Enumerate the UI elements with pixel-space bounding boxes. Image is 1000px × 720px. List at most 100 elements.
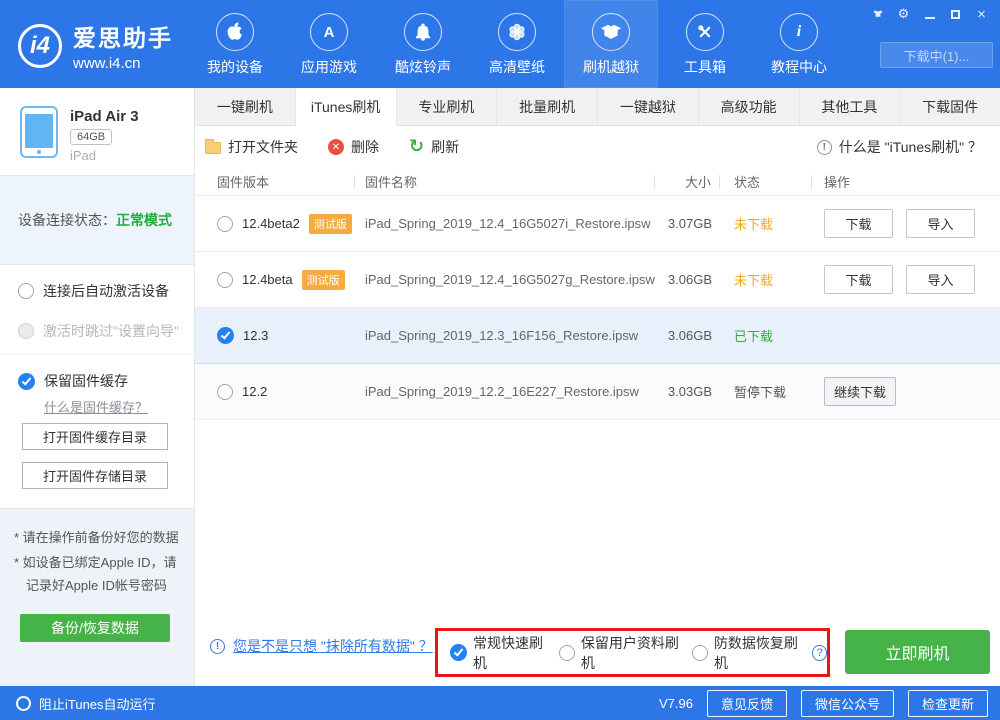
- tab-label: 批量刷机: [519, 97, 575, 117]
- mode-normal-fast-flash[interactable]: 常规快速刷机: [450, 633, 546, 673]
- tab-one-click-flash[interactable]: 一键刷机: [195, 88, 296, 125]
- radio-unchecked-icon: [16, 696, 31, 711]
- prevent-itunes-option[interactable]: 阻止iTunes自动运行: [16, 694, 156, 713]
- import-button[interactable]: 导入: [906, 265, 975, 294]
- nav-toolbox[interactable]: 工具箱: [658, 0, 752, 88]
- tab-label: 一键越狱: [620, 97, 676, 117]
- question-help-icon[interactable]: ?: [812, 645, 827, 661]
- row-radio-checked[interactable]: [217, 327, 234, 344]
- ipad-icon: [20, 106, 58, 158]
- continue-download-button[interactable]: 继续下载: [824, 377, 896, 406]
- app-title: 爱思助手: [73, 19, 173, 53]
- option-auto-activate[interactable]: 连接后自动激活设备: [18, 281, 169, 301]
- firmware-filename: iPad_Spring_2019_12.3_16F156_Restore.ips…: [365, 328, 638, 343]
- radio-unchecked-icon: [18, 283, 34, 299]
- radio-disabled-icon: [18, 323, 34, 339]
- settings-gear-icon[interactable]: ⚙: [895, 6, 912, 23]
- backup-restore-button[interactable]: 备份/恢复数据: [20, 614, 170, 642]
- check-update-button[interactable]: 检查更新: [908, 690, 988, 717]
- table-header: 固件版本 固件名称 大小 状态 操作: [195, 168, 1000, 196]
- device-type: iPad: [70, 148, 96, 163]
- firmware-size: 3.06GB: [668, 328, 712, 343]
- row-radio[interactable]: [217, 384, 233, 400]
- mode-anti-data-recovery-flash[interactable]: 防数据恢复刷机: [692, 633, 800, 673]
- refresh-action[interactable]: ↻ 刷新: [409, 137, 459, 157]
- bell-icon: [404, 13, 442, 51]
- tab-batch-flash[interactable]: 批量刷机: [497, 88, 598, 125]
- option-label: 激活时跳过"设置向导": [43, 321, 179, 341]
- nav-label: 教程中心: [771, 57, 827, 77]
- firmware-cache-help-link[interactable]: 什么是固件缓存？: [44, 397, 148, 416]
- app-url: www.i4.cn: [73, 55, 173, 72]
- tab-advanced[interactable]: 高级功能: [699, 88, 800, 125]
- device-capacity-badge: 64GB: [70, 129, 112, 145]
- table-row-selected[interactable]: 12.3 iPad_Spring_2019_12.3_16F156_Restor…: [195, 308, 1000, 364]
- app-logo: i4 爱思助手 www.i4.cn: [18, 19, 173, 72]
- row-radio[interactable]: [217, 216, 233, 232]
- firmware-version: 12.4beta: [242, 272, 293, 287]
- nav-tutorials[interactable]: i 教程中心: [752, 0, 846, 88]
- firmware-filename: iPad_Spring_2019_12.4_16G5027i_Restore.i…: [365, 216, 651, 231]
- wechat-account-button[interactable]: 微信公众号: [801, 690, 894, 717]
- mode-keep-user-data-flash[interactable]: 保留用户资料刷机: [559, 633, 679, 673]
- refresh-icon: ↻: [409, 139, 424, 155]
- nav-label: 我的设备: [207, 57, 263, 77]
- skin-icon[interactable]: [869, 6, 886, 23]
- nav-apps-games[interactable]: A 应用游戏: [282, 0, 376, 88]
- tab-other-tools[interactable]: 其他工具: [800, 88, 901, 125]
- tab-bar: 一键刷机 iTunes刷机 专业刷机 批量刷机 一键越狱 高级功能 其他工具 下…: [195, 88, 1000, 126]
- open-folder-action[interactable]: 打开文件夹: [205, 137, 298, 157]
- prevent-itunes-label: 阻止iTunes自动运行: [39, 694, 156, 713]
- import-button[interactable]: 导入: [906, 209, 975, 238]
- column-header-actions: 操作: [812, 175, 1000, 189]
- flash-mode-group-highlighted: 常规快速刷机 保留用户资料刷机 防数据恢复刷机 ?: [435, 628, 830, 677]
- tab-label: iTunes刷机: [311, 97, 381, 117]
- nav-flash-jailbreak[interactable]: 刷机越狱: [564, 0, 658, 88]
- close-icon[interactable]: ×: [973, 6, 990, 23]
- toolbar: 打开文件夹 ✕ 删除 ↻ 刷新 ! 什么是 "iTunes刷机" ？: [195, 126, 1000, 168]
- delete-action[interactable]: ✕ 删除: [328, 137, 379, 157]
- option-label: 连接后自动激活设备: [43, 281, 169, 301]
- itunes-flash-help-link[interactable]: ! 什么是 "iTunes刷机" ？: [817, 126, 982, 168]
- column-header-version: 固件版本: [195, 175, 355, 189]
- option-skip-setup[interactable]: 激活时跳过"设置向导": [18, 321, 179, 341]
- radio-unchecked-icon: [692, 645, 708, 661]
- tools-icon: [686, 13, 724, 51]
- erase-link-label: 您是不是只想 "抹除所有数据" ？: [233, 636, 433, 656]
- tab-label: 一键刷机: [217, 97, 273, 117]
- action-label: 刷新: [431, 137, 459, 157]
- minimize-icon[interactable]: [921, 6, 938, 23]
- tab-pro-flash[interactable]: 专业刷机: [397, 88, 498, 125]
- flash-now-button[interactable]: 立即刷机: [845, 630, 990, 674]
- nav-ringtones[interactable]: 酷炫铃声: [376, 0, 470, 88]
- erase-all-data-link[interactable]: ! 您是不是只想 "抹除所有数据" ？: [210, 636, 433, 656]
- tab-label: 高级功能: [721, 97, 777, 117]
- download-button[interactable]: 下载: [824, 209, 893, 238]
- row-radio[interactable]: [217, 272, 233, 288]
- option-keep-firmware-cache[interactable]: 保留固件缓存: [18, 371, 128, 391]
- open-cache-dir-button[interactable]: 打开固件缓存目录: [22, 423, 168, 450]
- nav-wallpapers[interactable]: 高清壁纸: [470, 0, 564, 88]
- appstore-icon: A: [310, 13, 348, 51]
- maximize-icon[interactable]: [947, 6, 964, 23]
- radio-unchecked-icon: [559, 645, 575, 661]
- table-row[interactable]: 12.4beta 测试版 iPad_Spring_2019_12.4_16G50…: [195, 252, 1000, 308]
- nav-label: 酷炫铃声: [395, 57, 451, 77]
- download-button[interactable]: 下载: [824, 265, 893, 294]
- tab-one-click-jailbreak[interactable]: 一键越狱: [598, 88, 699, 125]
- tab-itunes-flash[interactable]: iTunes刷机: [296, 88, 397, 125]
- table-row[interactable]: 12.4beta2 测试版 iPad_Spring_2019_12.4_16G5…: [195, 196, 1000, 252]
- nav-my-devices[interactable]: 我的设备: [188, 0, 282, 88]
- apple-icon: [216, 13, 254, 51]
- open-storage-dir-button[interactable]: 打开固件存储目录: [22, 462, 168, 489]
- beta-badge: 测试版: [309, 214, 352, 234]
- downloading-status-button[interactable]: 下载中(1)...: [880, 42, 993, 68]
- flower-icon: [498, 13, 536, 51]
- device-info: iPad Air 3 64GB iPad: [0, 88, 194, 175]
- nav-label: 工具箱: [684, 57, 726, 77]
- firmware-table: 12.4beta2 测试版 iPad_Spring_2019_12.4_16G5…: [195, 196, 1000, 420]
- status-badge: 未下载: [734, 214, 773, 233]
- feedback-button[interactable]: 意见反馈: [707, 690, 787, 717]
- tab-download-firmware[interactable]: 下载固件: [900, 88, 1000, 125]
- table-row[interactable]: 12.2 iPad_Spring_2019_12.2_16E227_Restor…: [195, 364, 1000, 420]
